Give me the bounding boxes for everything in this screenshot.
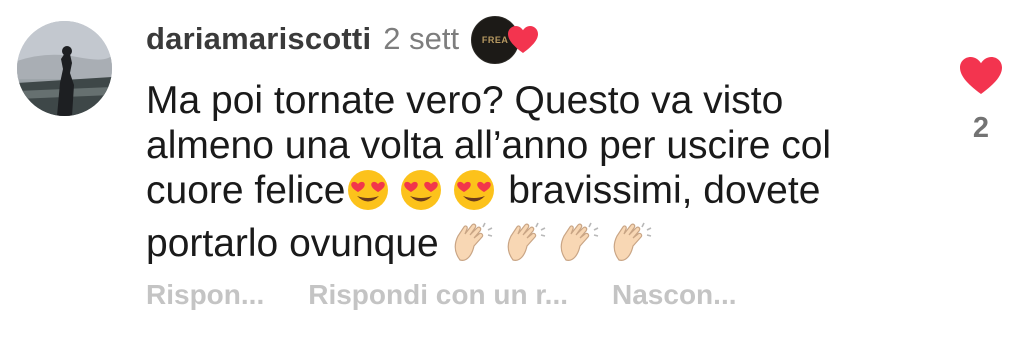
heart-icon[interactable] [959,56,1003,96]
reply-button[interactable]: Rispon... [146,279,264,311]
timestamp: 2 sett [383,21,460,56]
comment-line: portarlo ovunque [146,222,450,265]
author-liked-badge: FREA [471,16,541,64]
username[interactable]: dariamariscotti [146,21,371,57]
clapping-hands-icon [450,222,496,274]
like-column: 2 [956,56,1006,145]
like-count: 2 [972,112,990,144]
comment-line: cuore felice [146,169,346,212]
clapping-hands-icon [503,222,549,274]
reply-with-reel-button[interactable]: Rispondi con un r... [308,279,568,311]
comment-line: Ma poi tornate vero? Questo va visto [146,79,784,122]
heart-eyes-emoji-icon [398,169,444,221]
comment-line: bravissimi, dovete [497,169,821,212]
comment-header: dariamariscotti 2 sett FREA [146,14,541,64]
comment-text: Ma poi tornate vero? Questo va visto alm… [146,78,936,274]
author-avatar-label: FREA [481,35,509,45]
avatar[interactable] [17,21,112,116]
comment-line: almeno una volta all’anno per uscire col [146,124,832,167]
clapping-hands-icon [556,222,602,274]
heart-icon [508,26,539,53]
clapping-hands-icon [609,222,655,274]
heart-eyes-emoji-icon [345,169,391,221]
hide-button[interactable]: Nascon... [612,279,736,311]
heart-eyes-emoji-icon [451,169,497,221]
comment-actions: Rispon... Rispondi con un r... Nascon... [146,279,737,311]
